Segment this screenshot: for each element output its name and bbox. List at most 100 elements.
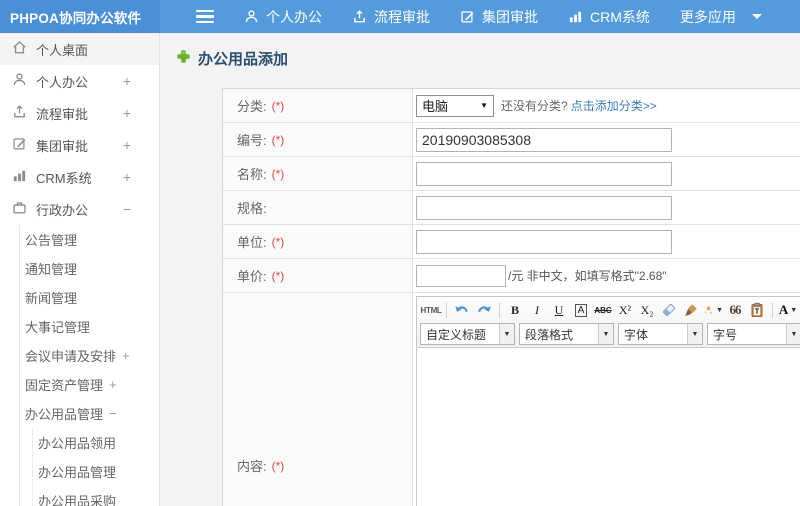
auto-typeset-icon[interactable]: ▼	[702, 300, 724, 320]
collapse-minus-icon[interactable]: −	[123, 201, 131, 217]
add-category-link[interactable]: 点击添加分类>>	[571, 97, 657, 114]
custom-heading-combobox[interactable]: 自定义标题 ▼	[420, 323, 515, 345]
chart-bars-icon	[568, 9, 583, 24]
sidebar-supplies-submenu: 办公用品领用 办公用品管理 办公用品采购	[32, 428, 159, 506]
nav-item-crm-system[interactable]: CRM系统	[568, 7, 650, 27]
form-row-unit: 单位: (*)	[223, 225, 800, 259]
sidebar-item-office-supplies-mgmt[interactable]: 办公用品管理 −	[20, 399, 159, 428]
form-row-category: 分类: (*) 电脑 ▼ 还没有分类? 点击添加分类>>	[223, 89, 800, 123]
nav-item-more-apps[interactable]: 更多应用	[680, 7, 762, 27]
form-row-name: 名称: (*)	[223, 157, 800, 191]
editor-content-area[interactable]	[417, 348, 800, 506]
sidebar-item-label: 流程审批	[36, 106, 89, 122]
caret-down-icon: ▼	[716, 306, 723, 314]
flow-upload-icon	[12, 104, 36, 122]
sidebar-item-label: 新闻管理	[25, 291, 78, 306]
sidebar-admin-submenu: 公告管理 通知管理 新闻管理 大事记管理 会议申请及安排 + 固定资产管理 + …	[19, 225, 159, 506]
sidebar-item-group-approval[interactable]: 集团审批 +	[0, 129, 159, 161]
bold-button[interactable]: B	[504, 300, 526, 320]
html-source-button[interactable]: HTML	[420, 300, 442, 320]
combobox-caret-icon: ▼	[687, 324, 702, 344]
italic-button[interactable]: I	[526, 300, 548, 320]
field-label: 单价:	[237, 269, 267, 284]
nav-item-label: 更多应用	[679, 8, 736, 25]
expand-plus-icon[interactable]: +	[123, 169, 131, 185]
category-select[interactable]: 电脑 ▼	[416, 94, 494, 117]
sidebar-item-label: 通知管理	[25, 262, 78, 277]
code-input[interactable]	[416, 127, 672, 152]
sidebar-item-meeting-request[interactable]: 会议申请及安排 +	[20, 341, 159, 370]
sidebar-item-label: 行政办公	[36, 202, 89, 218]
sidebar-item-label: 会议申请及安排	[25, 349, 117, 364]
field-label: 名称:	[237, 167, 267, 182]
unit-input[interactable]	[416, 229, 672, 254]
sidebar: 个人桌面 个人办公 + 流程审批 + 集团审批 + CRM系统 + 行政办公 −…	[0, 33, 160, 506]
toolbar-separator	[499, 302, 500, 318]
sidebar-item-label: 大事记管理	[25, 320, 91, 335]
sidebar-item-admin-office[interactable]: 行政办公 −	[0, 193, 159, 225]
sidebar-item-fixed-assets-mgmt[interactable]: 固定资产管理 +	[20, 370, 159, 399]
combobox-caret-icon: ▼	[598, 324, 613, 344]
sidebar-item-supplies-requisition[interactable]: 办公用品领用	[33, 428, 159, 457]
nav-item-group-approval[interactable]: 集团审批	[460, 7, 538, 27]
font-size-combobox[interactable]: 字号 ▼	[707, 323, 800, 345]
sidebar-item-memorabilia-mgmt[interactable]: 大事记管理	[20, 312, 159, 341]
nav-item-workflow-approval[interactable]: 流程审批	[352, 7, 430, 27]
eraser-icon[interactable]	[658, 300, 680, 320]
sidebar-item-workflow-approval[interactable]: 流程审批 +	[0, 97, 159, 129]
nav-item-personal-office[interactable]: 个人办公	[244, 7, 322, 27]
expand-plus-icon[interactable]: +	[122, 348, 130, 363]
font-family-combobox[interactable]: 字体 ▼	[618, 323, 703, 345]
flow-upload-icon	[352, 9, 367, 24]
superscript-button[interactable]: X²	[614, 300, 636, 320]
top-navbar: PHPOA协同办公软件 个人办公 流程审批 集团审批 CRM系统 更多应用	[0, 0, 800, 33]
sidebar-item-supplies-manage[interactable]: 办公用品管理	[33, 457, 159, 486]
sidebar-item-notice-mgmt[interactable]: 通知管理	[20, 254, 159, 283]
expand-plus-icon[interactable]: +	[123, 105, 131, 121]
blockquote-button[interactable]: 66	[724, 300, 746, 320]
collapse-minus-icon[interactable]: −	[109, 406, 117, 421]
caret-down-icon	[751, 14, 762, 19]
undo-icon[interactable]	[451, 300, 473, 320]
nav-item-label: CRM系统	[590, 8, 650, 25]
sidebar-item-label: 固定资产管理	[25, 378, 104, 393]
combobox-caret-icon: ▼	[786, 324, 800, 344]
sidebar-item-personal-office[interactable]: 个人办公 +	[0, 65, 159, 97]
field-label: 规格:	[237, 201, 267, 216]
font-border-button[interactable]: A	[570, 300, 592, 320]
underline-button[interactable]: U	[548, 300, 570, 320]
sidebar-item-personal-desktop[interactable]: 个人桌面	[0, 33, 159, 65]
page-title-text: 办公用品添加	[198, 51, 289, 68]
sidebar-item-announcement-mgmt[interactable]: 公告管理	[20, 225, 159, 254]
hamburger-menu-icon[interactable]	[196, 9, 214, 24]
spec-input[interactable]	[416, 195, 672, 220]
sidebar-item-label: 集团审批	[36, 138, 89, 154]
paste-text-icon[interactable]	[746, 300, 768, 320]
required-mark: (*)	[271, 458, 285, 473]
app-logo: PHPOA协同办公软件	[0, 0, 160, 33]
editor-toolbar: HTML B I U A ABC X² X₂ ▼ 66 A ▼ 自定义标题 ▼ …	[417, 297, 800, 348]
expand-plus-icon[interactable]: +	[123, 137, 131, 153]
toolbar-separator	[772, 302, 773, 318]
required-mark: (*)	[271, 268, 285, 283]
sidebar-item-crm-system[interactable]: CRM系统 +	[0, 161, 159, 193]
add-plus-icon	[177, 49, 190, 68]
price-input[interactable]	[416, 264, 506, 287]
sidebar-item-supplies-purchase[interactable]: 办公用品采购	[33, 486, 159, 506]
expand-plus-icon[interactable]: +	[109, 377, 117, 392]
paragraph-format-combobox[interactable]: 段落格式 ▼	[519, 323, 614, 345]
price-format-hint: /元 非中文，如填写格式"2.68"	[508, 269, 667, 283]
main-content: 办公用品添加 分类: (*) 电脑 ▼ 还没有分类? 点击添加分类>> 编号: …	[160, 33, 800, 506]
format-painter-icon[interactable]	[680, 300, 702, 320]
sidebar-item-news-mgmt[interactable]: 新闻管理	[20, 283, 159, 312]
expand-plus-icon[interactable]: +	[123, 73, 131, 89]
add-supplies-form: 分类: (*) 电脑 ▼ 还没有分类? 点击添加分类>> 编号: (*) 201…	[222, 88, 800, 506]
redo-icon[interactable]	[473, 300, 495, 320]
sidebar-item-label: 办公用品管理	[38, 465, 117, 480]
subscript-button[interactable]: X₂	[636, 300, 658, 320]
name-input[interactable]	[416, 161, 672, 186]
font-color-button[interactable]: A ▼	[777, 300, 799, 320]
strikethrough-button[interactable]: ABC	[592, 300, 614, 320]
caret-down-icon: ▼	[790, 306, 798, 314]
category-hint: 还没有分类?	[501, 99, 568, 113]
